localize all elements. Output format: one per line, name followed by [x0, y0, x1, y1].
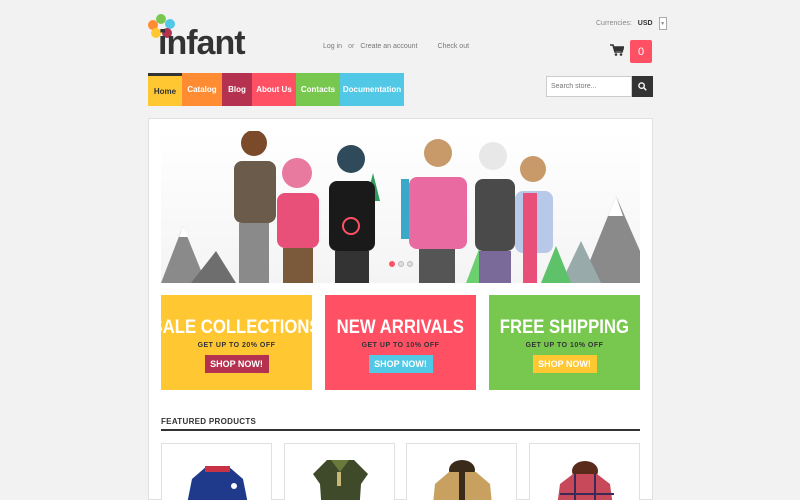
product-image-sweater: [187, 466, 248, 500]
logo-text: infant: [158, 24, 246, 62]
logo[interactable]: infant: [148, 14, 246, 62]
create-account-link[interactable]: Create an account: [360, 43, 417, 50]
currency-selector[interactable]: Currencies: USD ▼: [596, 17, 667, 30]
hero-slider[interactable]: [161, 131, 640, 283]
currency-value: USD: [637, 20, 653, 27]
banner-new-arrivals[interactable]: NEW ARRIVALS GET UP TO 10% OFF SHOP NOW!: [325, 295, 476, 390]
featured-heading: FEATURED PRODUCTS: [161, 417, 640, 431]
search-bar: [546, 76, 653, 97]
product-image-coat: [433, 460, 492, 500]
shop-now-button[interactable]: SHOP NOW!: [532, 355, 597, 373]
slider-dots: [389, 261, 413, 267]
nav-contacts[interactable]: Contacts: [296, 73, 340, 106]
banner-sale[interactable]: SALE COLLECTIONS GET UP TO 20% OFF SHOP …: [152, 295, 321, 390]
search-icon: [638, 82, 647, 91]
nav-home[interactable]: Home: [148, 73, 182, 106]
slider-dot[interactable]: [389, 261, 395, 267]
product-card[interactable]: [406, 443, 517, 500]
nav-blog[interactable]: Blog: [222, 73, 252, 106]
nav-catalog[interactable]: Catalog: [182, 73, 222, 106]
currency-label: Currencies:: [596, 20, 632, 27]
slider-dot[interactable]: [407, 261, 413, 267]
product-image-jacket: [557, 461, 614, 500]
checkout-link[interactable]: Check out: [438, 43, 470, 50]
product-image-polo: [313, 460, 368, 500]
or-text: or: [348, 43, 355, 50]
cart-count[interactable]: 0: [630, 40, 652, 63]
search-input[interactable]: [546, 76, 632, 97]
shop-now-button[interactable]: SHOP NOW!: [204, 355, 269, 373]
banner-title: FREE SHIPPING: [499, 317, 630, 338]
shop-now-button[interactable]: SHOP NOW!: [368, 355, 433, 373]
chevron-down-icon[interactable]: ▼: [658, 17, 667, 30]
product-card[interactable]: [284, 443, 395, 500]
banner-subtitle: GET UP TO 10% OFF: [361, 342, 440, 349]
login-link[interactable]: Log in: [323, 43, 342, 50]
banner-free-shipping[interactable]: FREE SHIPPING GET UP TO 10% OFF SHOP NOW…: [489, 295, 640, 390]
search-button[interactable]: [632, 76, 653, 97]
nav-documentation[interactable]: Documentation: [340, 73, 404, 106]
nav-about-us[interactable]: About Us: [252, 73, 296, 106]
banner-subtitle: GET UP TO 20% OFF: [197, 342, 276, 349]
cart-icon[interactable]: [610, 44, 624, 56]
product-card[interactable]: [161, 443, 272, 500]
banner-title: SALE COLLECTIONS: [151, 317, 322, 338]
banner-subtitle: GET UP TO 10% OFF: [525, 342, 604, 349]
banner-title: NEW ARRIVALS: [336, 317, 465, 338]
slider-dot[interactable]: [398, 261, 404, 267]
account-links: Log in or Create an account Check out: [323, 43, 469, 50]
main-content: SALE COLLECTIONS GET UP TO 20% OFF SHOP …: [148, 118, 653, 500]
main-nav: Home Catalog Blog About Us Contacts Docu…: [148, 73, 404, 106]
product-card[interactable]: [529, 443, 640, 500]
